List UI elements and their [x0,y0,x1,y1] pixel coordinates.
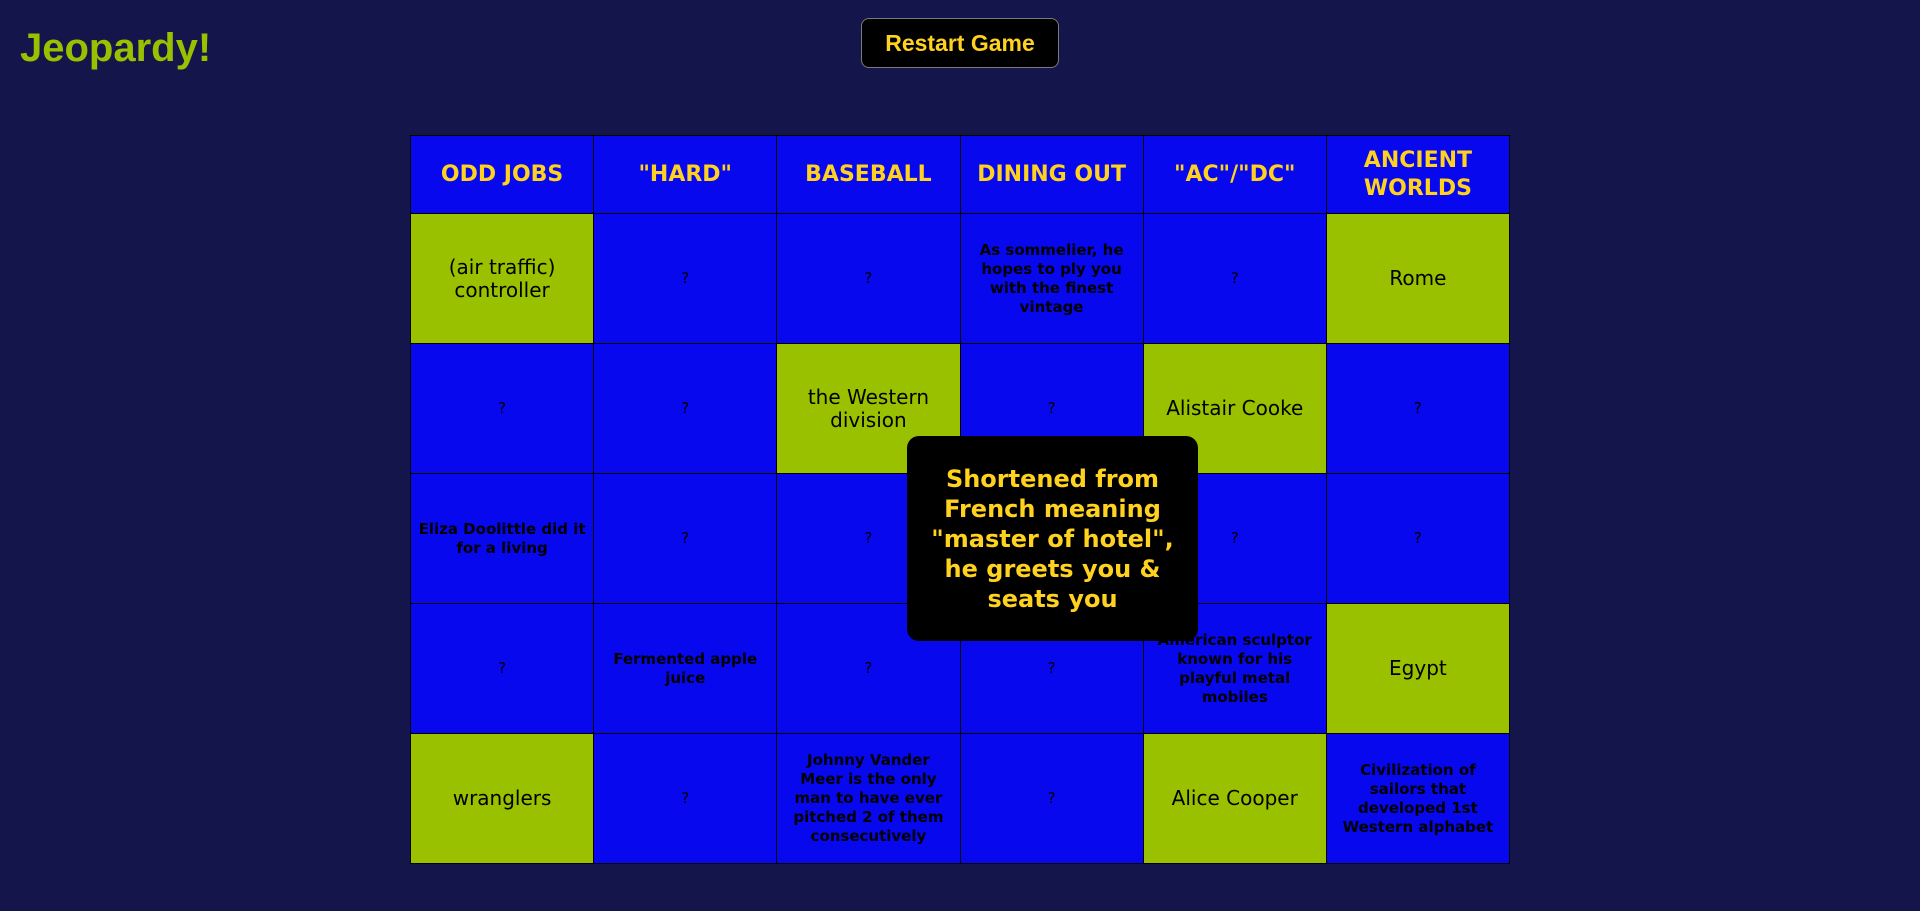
hidden-clue-cell[interactable]: ? [594,474,777,603]
revealed-clue-cell[interactable]: Johnny Vander Meer is the only man to ha… [777,734,960,863]
hidden-clue-cell[interactable]: ? [960,734,1143,863]
answered-clue-cell[interactable]: Rome [1326,214,1509,343]
answered-clue-cell[interactable]: Alice Cooper [1143,734,1326,863]
revealed-clue-cell[interactable]: Eliza Doolittle did it for a living [411,474,594,603]
category-header: "HARD" [594,136,777,213]
answered-clue-cell[interactable]: Egypt [1326,604,1509,733]
revealed-clue-cell[interactable]: As sommelier, he hopes to ply you with t… [960,214,1143,343]
hidden-clue-cell[interactable]: ? [594,344,777,473]
hidden-clue-cell[interactable]: ? [1326,474,1509,603]
hidden-clue-cell[interactable]: ? [411,604,594,733]
app-title: Jeopardy! [20,26,212,70]
category-header: DINING OUT [960,136,1143,213]
category-header: "AC"/"DC" [1143,136,1326,213]
category-header: ANCIENT WORLDS [1326,136,1509,213]
hidden-clue-cell[interactable]: ? [1326,344,1509,473]
hidden-clue-cell[interactable]: ? [777,214,960,343]
hidden-clue-cell[interactable]: ? [1143,214,1326,343]
answered-clue-cell[interactable]: wranglers [411,734,594,863]
hidden-clue-cell[interactable]: ? [594,214,777,343]
answered-clue-cell[interactable]: (air traffic) controller [411,214,594,343]
category-header: ODD JOBS [411,136,594,213]
restart-game-button[interactable]: Restart Game [861,18,1059,68]
revealed-clue-cell[interactable]: Civilization of sailors that developed 1… [1326,734,1509,863]
jeopardy-page: Jeopardy! Restart Game ODD JOBS "HARD" BAS… [0,0,1920,911]
category-header: BASEBALL [777,136,960,213]
revealed-clue-cell[interactable]: Fermented apple juice [594,604,777,733]
hidden-clue-cell[interactable]: ? [594,734,777,863]
clue-popup[interactable]: Shortened from French meaning "master of… [907,436,1198,641]
hidden-clue-cell[interactable]: ? [411,344,594,473]
